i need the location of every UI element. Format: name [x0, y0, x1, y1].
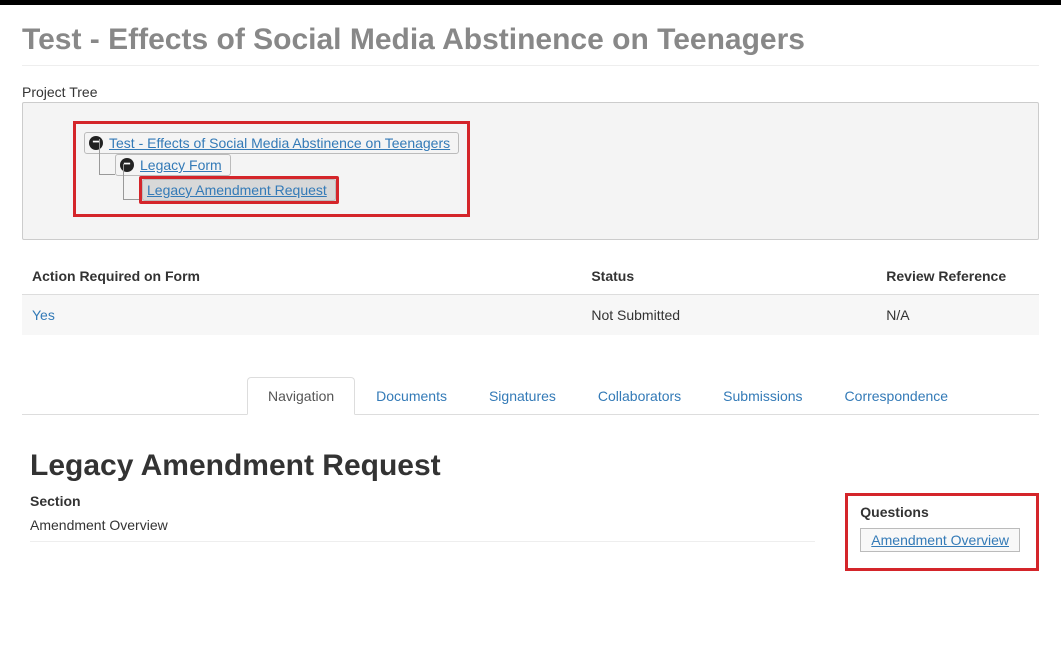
tab-collaborators[interactable]: Collaborators [577, 377, 702, 415]
review-ref-cell: N/A [876, 295, 1039, 336]
tab-navigation[interactable]: Navigation [247, 377, 355, 415]
section-value: Amendment Overview [30, 517, 815, 542]
tab-submissions[interactable]: Submissions [702, 377, 823, 415]
form-section-columns: Section Amendment Overview Questions Ame… [30, 493, 1039, 571]
status-table: Action Required on Form Status Review Re… [22, 258, 1039, 335]
tree-node-selected-highlight: Legacy Amendment Request [139, 176, 339, 204]
tab-signatures[interactable]: Signatures [468, 377, 577, 415]
tree-node-amendment-request[interactable]: Legacy Amendment Request [142, 179, 336, 201]
tree-connector [123, 164, 139, 200]
tree-row-root: ━ Test - Effects of Social Media Abstine… [84, 132, 459, 154]
tree-connector [99, 139, 115, 175]
col-action-required: Action Required on Form [22, 258, 581, 295]
question-link-amendment-overview[interactable]: Amendment Overview [860, 528, 1020, 552]
project-tree-highlight: ━ Test - Effects of Social Media Abstine… [73, 121, 470, 217]
tab-documents[interactable]: Documents [355, 377, 468, 415]
questions-highlight: Questions Amendment Overview [845, 493, 1039, 571]
tree-link-legacy-form[interactable]: Legacy Form [140, 157, 222, 173]
tree-link-root[interactable]: Test - Effects of Social Media Abstinenc… [109, 135, 450, 151]
tree-node-root[interactable]: ━ Test - Effects of Social Media Abstine… [84, 132, 459, 154]
table-row: Yes Not Submitted N/A [22, 295, 1039, 336]
project-tree-label: Project Tree [22, 84, 1039, 100]
tree-row-level2: ━ Legacy Form [92, 154, 459, 176]
col-status: Status [581, 258, 876, 295]
tab-correspondence[interactable]: Correspondence [824, 377, 970, 415]
page-title: Test - Effects of Social Media Abstinenc… [22, 23, 1039, 66]
section-header: Section [30, 493, 815, 509]
col-review-reference: Review Reference [876, 258, 1039, 295]
tree-row-level3: Legacy Amendment Request [116, 176, 459, 204]
page-content: Test - Effects of Social Media Abstinenc… [0, 5, 1061, 611]
project-tree-panel: ━ Test - Effects of Social Media Abstine… [22, 102, 1039, 240]
tab-bar: NavigationDocumentsSignaturesCollaborato… [22, 377, 1039, 415]
tree-link-amendment-request[interactable]: Legacy Amendment Request [147, 182, 327, 198]
action-required-link[interactable]: Yes [32, 307, 55, 323]
questions-header: Questions [860, 504, 1020, 520]
status-cell: Not Submitted [581, 295, 876, 336]
section-column: Section Amendment Overview [30, 493, 815, 571]
form-title: Legacy Amendment Request [30, 449, 1039, 483]
